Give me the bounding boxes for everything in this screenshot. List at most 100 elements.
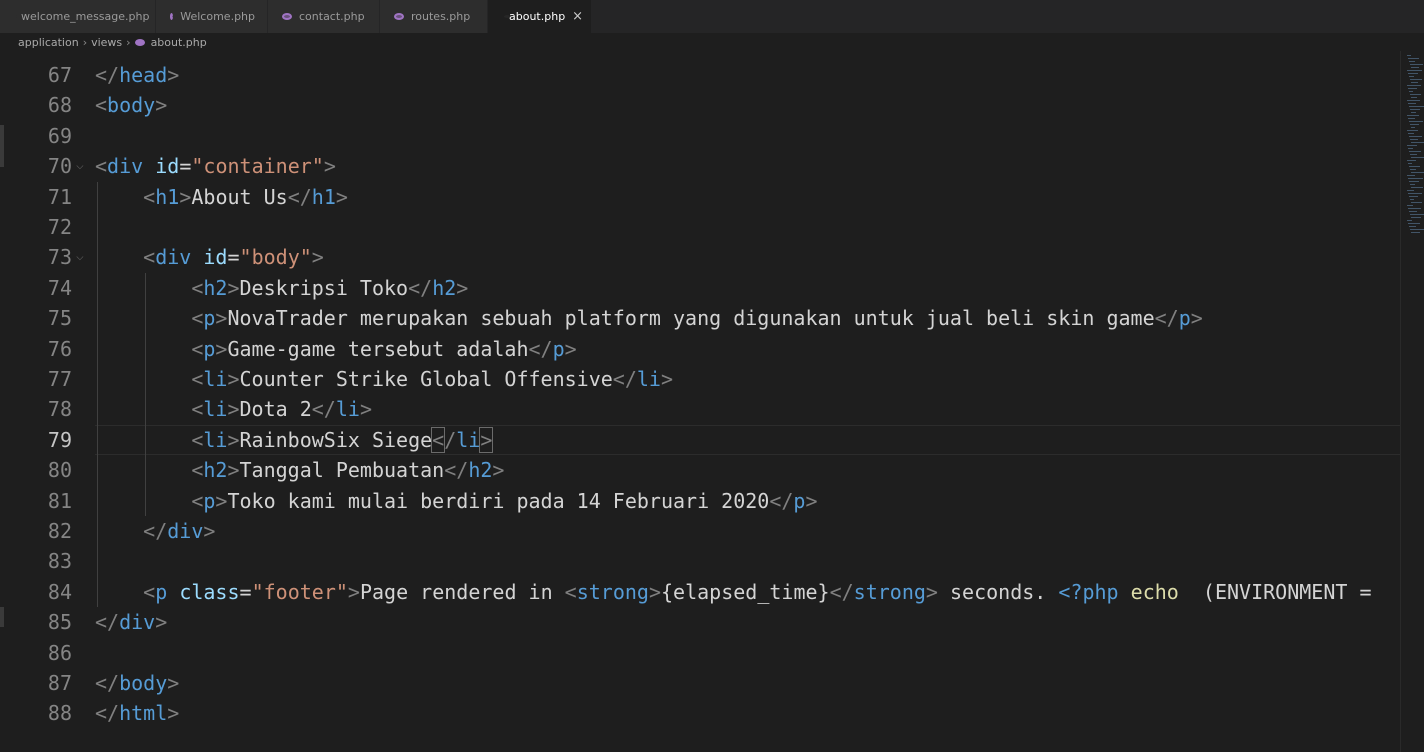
- code-line[interactable]: <p>Toko kami mulai berdiri pada 14 Febru…: [95, 486, 1400, 516]
- line-number: 77: [47, 367, 72, 391]
- minimap-line: [1410, 229, 1424, 230]
- php-file-icon: [282, 13, 292, 20]
- code-line[interactable]: <li>Counter Strike Global Offensive</li>: [95, 364, 1400, 394]
- code-line[interactable]: <p>NovaTrader merupakan sebuah platform …: [95, 303, 1400, 333]
- minimap-line: [1407, 130, 1418, 131]
- tab-bar: welcome_message.php Welcome.php contact.ph…: [0, 0, 1424, 33]
- code-line[interactable]: </head>: [95, 60, 1400, 90]
- line-number: 76: [47, 336, 72, 361]
- line-number: 75: [47, 306, 72, 331]
- minimap-line: [1409, 106, 1424, 107]
- line-number: 78: [47, 397, 72, 422]
- minimap-line: [1408, 163, 1412, 164]
- code-line[interactable]: <div id="container">: [95, 151, 1400, 181]
- line-number: 82: [47, 519, 72, 543]
- tab-about-php[interactable]: about.php ×: [488, 0, 592, 33]
- minimap-line: [1407, 160, 1416, 161]
- tab-welcome-message-php[interactable]: welcome_message.php: [0, 0, 156, 33]
- code-editor[interactable]: 67 68 69 70 ⌵ 71 72 73 ⌵ 74 75 76 77 78 79 80 81 82 83 84 85…: [0, 51, 1424, 752]
- minimap-line: [1411, 232, 1420, 233]
- tab-contact-php[interactable]: contact.php: [268, 0, 380, 33]
- line-number: 73: [47, 245, 72, 270]
- fold-chevron-icon[interactable]: ⌵: [76, 151, 84, 181]
- minimap-line: [1410, 64, 1423, 65]
- tab-welcome-php[interactable]: Welcome.php: [156, 0, 268, 33]
- tab-routes-php[interactable]: routes.php: [380, 0, 488, 33]
- fold-chevron-icon[interactable]: ⌵: [76, 242, 84, 272]
- minimap-line: [1410, 94, 1421, 95]
- minimap-line: [1409, 226, 1416, 227]
- minimap-line: [1408, 118, 1415, 119]
- minimap-line: [1408, 133, 1414, 134]
- line-number: 71: [47, 184, 72, 209]
- code-line[interactable]: <h2>Deskripsi Toko</h2>: [95, 273, 1400, 303]
- indent-guide: [97, 181, 98, 607]
- indent-guide: [145, 272, 147, 516]
- code-line[interactable]: <li>RainbowSix Siege</li>: [95, 425, 1400, 455]
- minimap-line: [1409, 196, 1418, 197]
- minimap-line: [1407, 55, 1411, 56]
- minimap-line: [1410, 139, 1418, 140]
- minimap-line: [1410, 169, 1416, 170]
- minimap-line: [1410, 124, 1419, 125]
- code-line[interactable]: </div>: [95, 607, 1400, 637]
- code-line[interactable]: <div id="body">: [95, 242, 1400, 272]
- minimap-line: [1411, 67, 1419, 68]
- minimap-line: [1407, 220, 1412, 221]
- code-line[interactable]: </html>: [95, 698, 1400, 728]
- minimap-line: [1409, 136, 1422, 137]
- code-area[interactable]: </head> <body> <div id="container"> <h1>Ab…: [95, 51, 1400, 752]
- code-line[interactable]: <li>Dota 2</li>: [95, 394, 1400, 424]
- line-number: 72: [47, 215, 72, 239]
- code-line[interactable]: </div>: [95, 516, 1400, 546]
- minimap-line: [1408, 58, 1419, 59]
- minimap-line: [1408, 178, 1423, 179]
- close-icon[interactable]: ×: [572, 9, 583, 24]
- code-line[interactable]: [95, 121, 1400, 151]
- tab-label: routes.php: [411, 10, 471, 23]
- line-number: 69: [47, 123, 72, 148]
- minimap-line: [1411, 217, 1421, 218]
- breadcrumb-item-views[interactable]: views: [91, 36, 122, 49]
- minimap-line: [1411, 157, 1424, 158]
- line-number-gutter: 67 68 69 70 ⌵ 71 72 73 ⌵ 74 75 76 77 78 79 80 81 82 83 84 85…: [0, 51, 90, 752]
- tab-label: about.php: [509, 10, 566, 23]
- minimap[interactable]: [1400, 51, 1424, 752]
- minimap-line: [1409, 211, 1417, 212]
- minimap-line: [1407, 100, 1420, 101]
- minimap-line: [1410, 109, 1420, 110]
- code-line[interactable]: <p>Game-game tersebut adalah</p>: [95, 334, 1400, 364]
- code-line[interactable]: <h1>About Us</h1>: [95, 182, 1400, 212]
- php-file-icon: [394, 13, 404, 20]
- php-file-icon: [170, 13, 179, 20]
- line-number: 83: [47, 549, 72, 574]
- minimap-line: [1411, 142, 1424, 143]
- minimap-line: [1408, 88, 1417, 89]
- line-number: 86: [47, 640, 72, 665]
- line-number: 74: [47, 275, 72, 300]
- code-line[interactable]: </body>: [95, 668, 1400, 698]
- minimap-line: [1408, 223, 1420, 224]
- tab-label: welcome_message.php: [21, 10, 150, 23]
- line-number: 70: [47, 154, 72, 179]
- code-line[interactable]: <p class="footer">Page rendered in <stro…: [95, 577, 1400, 607]
- minimap-line: [1407, 145, 1417, 146]
- code-line[interactable]: <h2>Tanggal Pembuatan</h2>: [95, 455, 1400, 485]
- code-line[interactable]: [95, 638, 1400, 668]
- minimap-line: [1408, 193, 1422, 194]
- code-line[interactable]: [95, 546, 1400, 576]
- minimap-line: [1407, 190, 1414, 191]
- minimap-line: [1408, 103, 1416, 104]
- minimap-line: [1411, 202, 1422, 203]
- breadcrumb-item-application[interactable]: application: [18, 36, 79, 49]
- line-number: 67: [47, 63, 72, 87]
- minimap-line: [1410, 154, 1417, 155]
- code-line[interactable]: [95, 212, 1400, 242]
- minimap-line: [1411, 112, 1416, 113]
- code-line[interactable]: <body>: [95, 90, 1400, 120]
- minimap-line: [1411, 97, 1417, 98]
- minimap-line: [1410, 79, 1422, 80]
- chevron-right-icon: ›: [82, 35, 88, 49]
- breadcrumb-item-file[interactable]: about.php: [151, 36, 207, 49]
- minimap-line: [1408, 148, 1413, 149]
